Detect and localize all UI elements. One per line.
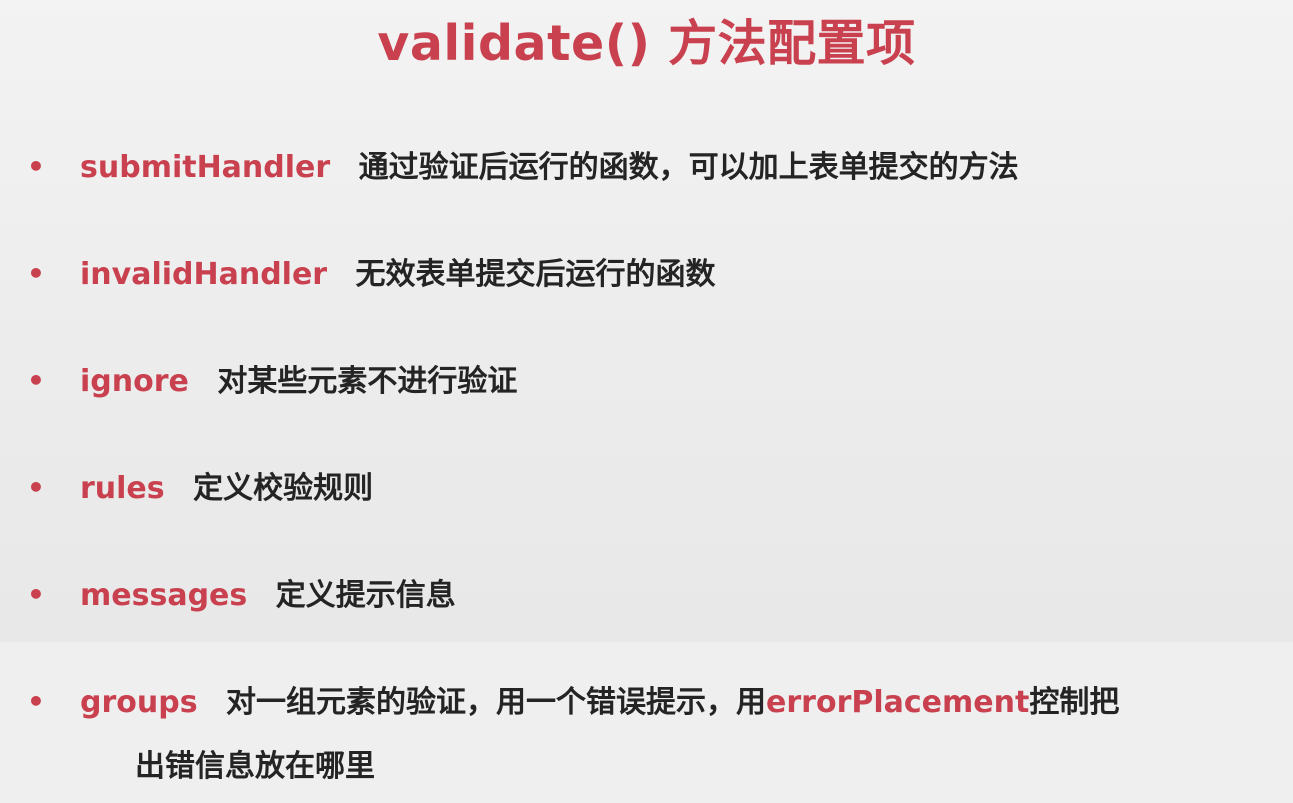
list-item: • groups 对一组元素的验证，用一个错误提示，用errorPlacemen… xyxy=(25,667,1253,803)
list-item-content: ignore 对某些元素不进行验证 xyxy=(80,346,1253,418)
option-description: 定义提示信息 xyxy=(275,578,456,613)
bullet-icon: • xyxy=(27,471,45,504)
option-description: 通过验证后运行的函数，可以加上表单提交的方法 xyxy=(358,150,1019,185)
list-item: • ignore 对某些元素不进行验证 xyxy=(25,346,1253,418)
bullet-icon: • xyxy=(27,685,45,718)
option-name: submitHandler xyxy=(80,150,331,185)
list-item-content: submitHandler 通过验证后运行的函数，可以加上表单提交的方法 xyxy=(80,132,1253,204)
slide: validate() 方法配置项 • submitHandler 通过验证后运行… xyxy=(0,0,1293,784)
inline-option-name: errorPlacement xyxy=(766,685,1030,720)
list-item-content: messages 定义提示信息 xyxy=(80,560,1253,632)
option-description-suffix: 控制把 xyxy=(1029,685,1120,720)
option-name: messages xyxy=(80,578,248,613)
list-item: • messages 定义提示信息 xyxy=(25,560,1253,632)
option-name: rules xyxy=(80,471,165,506)
list-item-content: rules 定义校验规则 xyxy=(80,453,1253,525)
list-item: • invalidHandler 无效表单提交后运行的函数 xyxy=(25,239,1253,311)
config-list: • submitHandler 通过验证后运行的函数，可以加上表单提交的方法 •… xyxy=(25,132,1253,803)
option-description-prefix: 对一组元素的验证，用一个错误提示，用 xyxy=(226,685,767,720)
list-item: • rules 定义校验规则 xyxy=(25,453,1253,525)
bullet-icon: • xyxy=(27,150,45,183)
bullet-icon: • xyxy=(27,364,45,397)
list-item: • submitHandler 通过验证后运行的函数，可以加上表单提交的方法 xyxy=(25,132,1253,204)
option-description: 定义校验规则 xyxy=(193,471,374,506)
page-title: validate() 方法配置项 xyxy=(377,15,916,72)
bullet-icon: • xyxy=(27,257,45,290)
bullet-icon: • xyxy=(27,578,45,611)
list-item-content: groups 对一组元素的验证，用一个错误提示，用errorPlacement控… xyxy=(80,667,1253,803)
list-item-content: invalidHandler 无效表单提交后运行的函数 xyxy=(80,239,1253,311)
option-name: invalidHandler xyxy=(80,257,328,292)
option-description: 无效表单提交后运行的函数 xyxy=(355,257,716,292)
option-name: groups xyxy=(80,685,198,720)
option-description: 对某些元素不进行验证 xyxy=(217,364,518,399)
option-description-wrapped: 出错信息放在哪里 xyxy=(135,749,375,784)
option-name: ignore xyxy=(80,364,189,399)
